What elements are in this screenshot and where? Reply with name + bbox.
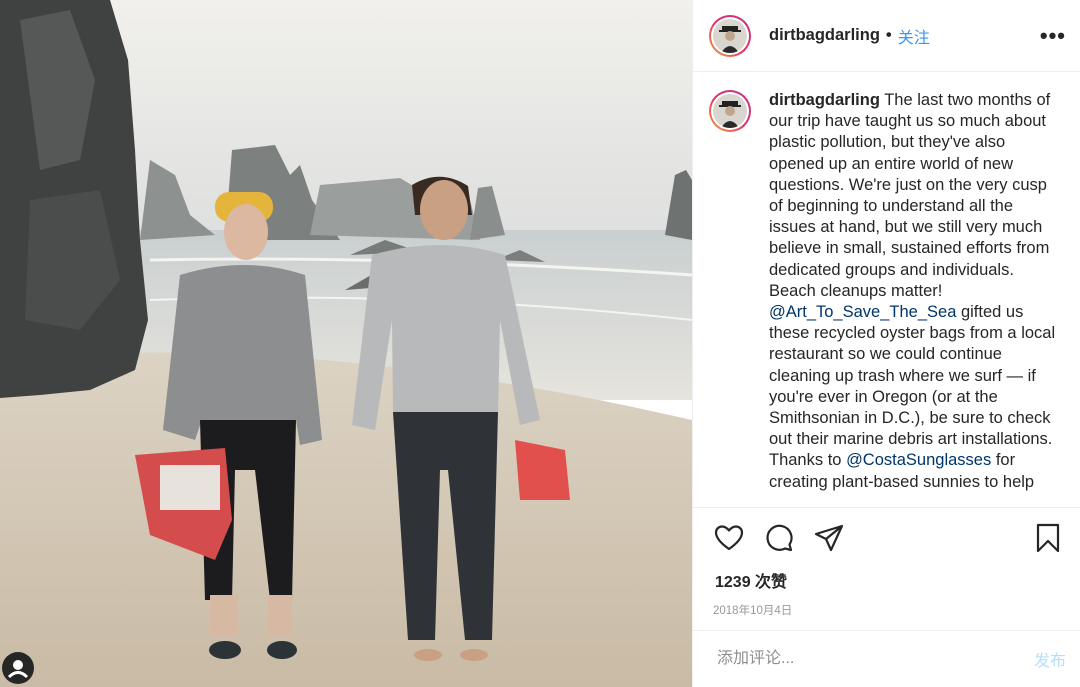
avatar[interactable] [709,14,751,57]
avatar-image [713,18,747,53]
mention-link[interactable]: @Art_To_Save_The_Sea [769,303,956,321]
post-date: 2018年10月4日 [713,605,793,617]
more-options-icon[interactable]: ••• [1040,24,1066,47]
caption-avatar[interactable] [709,90,751,132]
post-header: dirtbagdarling • 关注 ••• [693,0,1080,72]
caption-body-2: gifted us these recycled oyster bags fro… [769,303,1056,470]
bookmark-icon[interactable] [1032,522,1064,554]
post-panel: dirtbagdarling • 关注 ••• dirtbagdarling T… [692,0,1080,687]
separator-dot: • [885,26,892,44]
comment-box: 发布 [693,630,1080,687]
instagram-post: dirtbagdarling • 关注 ••• dirtbagdarling T… [0,0,1080,687]
comment-input[interactable] [715,649,1034,669]
comment-icon[interactable] [763,522,795,554]
mention-link[interactable]: @CostaSunglasses [846,451,991,469]
user-tag-icon[interactable] [2,652,34,684]
caption-username[interactable]: dirtbagdarling [769,91,880,109]
follow-button[interactable]: 关注 [898,24,930,48]
beach-photo-illustration [0,0,692,687]
heart-icon[interactable] [713,522,745,554]
share-icon[interactable] [813,522,845,554]
caption-text: dirtbagdarling The last two months of ou… [769,90,1064,507]
caption-body-1: The last two months of our trip have tau… [769,91,1051,300]
post-photo[interactable] [0,0,692,687]
like-count[interactable]: 1239 次赞 [693,568,1080,592]
caption-section: dirtbagdarling The last two months of ou… [693,72,1080,508]
username-link[interactable]: dirtbagdarling [769,26,880,45]
post-comment-button[interactable]: 发布 [1034,647,1066,671]
avatar-image [713,94,747,128]
action-bar [693,508,1080,568]
